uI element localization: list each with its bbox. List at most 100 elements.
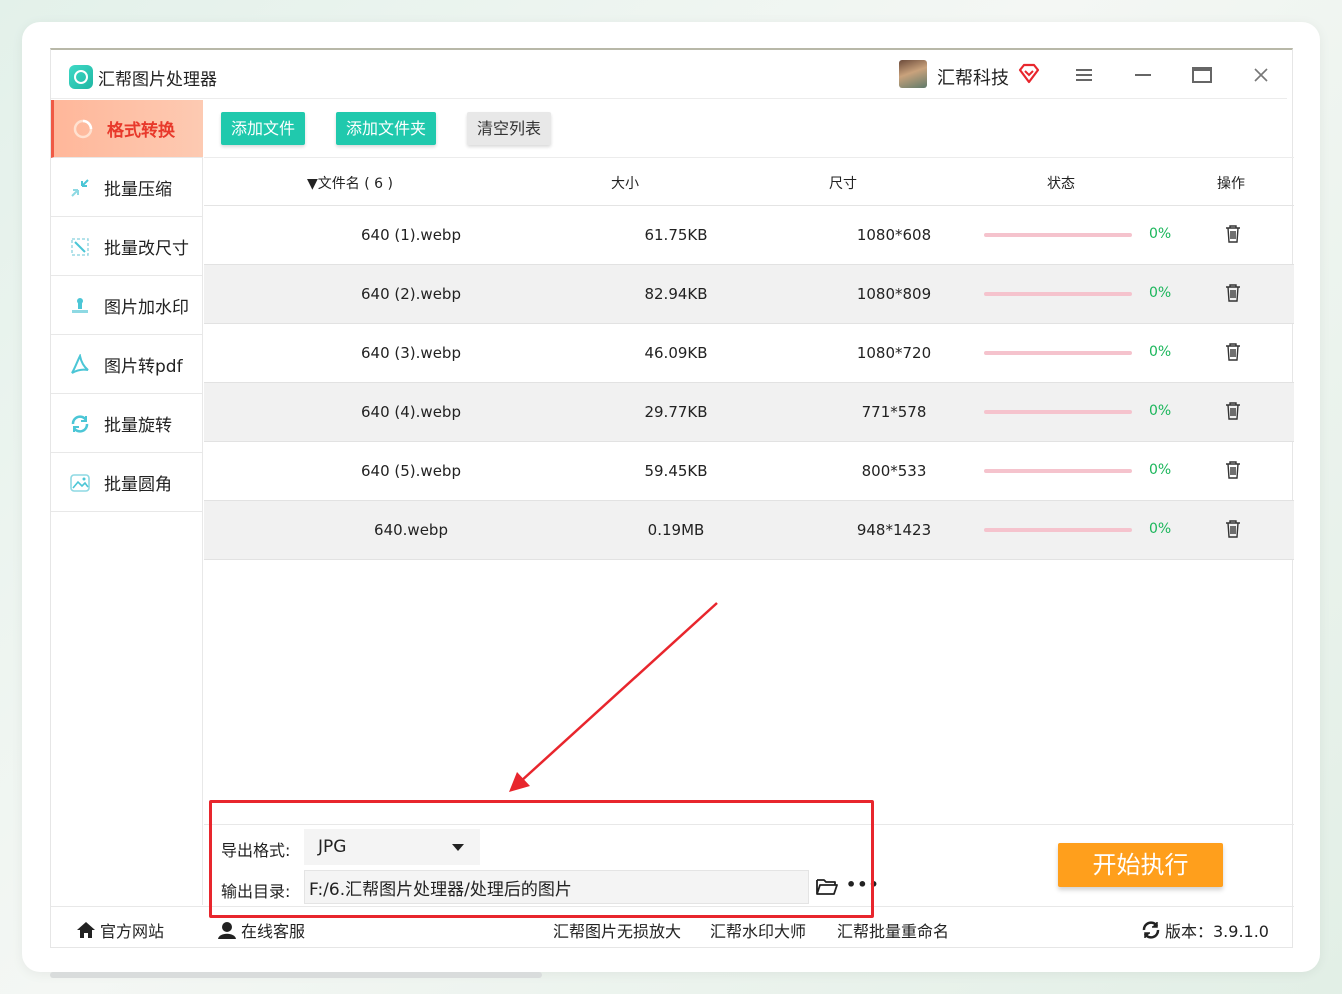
table-row[interactable]: 640.webp 0.19MB 948*1423 0% bbox=[204, 501, 1294, 560]
title-bar: 汇帮图片处理器 汇帮科技 bbox=[51, 50, 1294, 100]
trash-icon[interactable] bbox=[1224, 401, 1242, 421]
sidebar-item-label: 格式转换 bbox=[107, 121, 175, 141]
table-row[interactable]: 640 (4).webp 29.77KB 771*578 0% bbox=[204, 383, 1294, 442]
resize-icon bbox=[68, 235, 92, 259]
file-size-cell: 61.75KB bbox=[644, 226, 708, 244]
footer-link-upscale[interactable]: 汇帮图片无损放大 bbox=[553, 918, 681, 942]
file-name-cell: 640 (1).webp bbox=[361, 226, 461, 244]
add-folder-button[interactable]: 添加文件夹 bbox=[336, 112, 437, 145]
table-row[interactable]: 640 (3).webp 46.09KB 1080*720 0% bbox=[204, 324, 1294, 383]
footer-link-rename[interactable]: 汇帮批量重命名 bbox=[837, 918, 949, 942]
footer-link-watermark[interactable]: 汇帮水印大师 bbox=[710, 918, 806, 942]
sidebar: 格式转换 批量压缩 批量改尺寸 图片加水印 图片转pdf 批量旋转 批量圆角 bbox=[51, 100, 203, 905]
progress-percent: 0% bbox=[1149, 462, 1172, 478]
vip-diamond-icon[interactable] bbox=[1017, 62, 1041, 84]
sidebar-item-label: 图片加水印 bbox=[104, 298, 189, 318]
home-icon bbox=[77, 922, 95, 938]
sidebar-item-compress[interactable]: 批量压缩 bbox=[51, 159, 203, 217]
title-divider bbox=[51, 98, 1287, 99]
online-support-link[interactable]: 在线客服 bbox=[217, 918, 305, 942]
version-info[interactable]: 版本：3.9.1.0 bbox=[1141, 918, 1269, 942]
official-website-label: 官方网站 bbox=[100, 922, 165, 941]
sidebar-item-watermark[interactable]: 图片加水印 bbox=[51, 277, 203, 335]
progress-percent: 0% bbox=[1149, 226, 1172, 242]
pdf-icon bbox=[68, 353, 92, 377]
minimize-icon[interactable] bbox=[1130, 62, 1156, 88]
refresh-icon bbox=[1142, 921, 1160, 939]
file-name-cell: 640 (4).webp bbox=[361, 403, 461, 421]
sidebar-item-label: 批量旋转 bbox=[104, 416, 172, 436]
file-name-cell: 640 (5).webp bbox=[361, 462, 461, 480]
file-name-cell: 640.webp bbox=[374, 521, 448, 539]
annotation-highlight-box bbox=[209, 800, 874, 918]
trash-icon[interactable] bbox=[1224, 283, 1242, 303]
menu-icon[interactable] bbox=[1071, 62, 1097, 88]
user-support-icon bbox=[218, 922, 236, 939]
file-dims-cell: 1080*809 bbox=[856, 285, 932, 303]
version-label: 版本：3.9.1.0 bbox=[1165, 922, 1269, 941]
official-website-link[interactable]: 官方网站 bbox=[76, 918, 164, 942]
maximize-icon[interactable] bbox=[1189, 62, 1215, 88]
table-header: ▼文件名 ( 6 ) 大小 尺寸 状态 操作 bbox=[204, 158, 1294, 206]
trash-icon[interactable] bbox=[1224, 519, 1242, 539]
progress-percent: 0% bbox=[1149, 521, 1172, 537]
sidebar-item-pdf[interactable]: 图片转pdf bbox=[51, 336, 203, 394]
app-title: 汇帮图片处理器 bbox=[98, 70, 217, 90]
user-avatar[interactable] bbox=[899, 60, 927, 88]
trash-icon[interactable] bbox=[1224, 460, 1242, 480]
rotate-icon bbox=[68, 412, 92, 436]
app-logo-icon bbox=[69, 65, 93, 89]
sidebar-item-label: 图片转pdf bbox=[104, 357, 183, 377]
column-header-name[interactable]: ▼文件名 ( 6 ) bbox=[307, 173, 393, 193]
file-dims-cell: 800*533 bbox=[861, 462, 927, 480]
progress-bar bbox=[984, 292, 1132, 296]
file-size-cell: 0.19MB bbox=[647, 521, 705, 539]
file-dims-cell: 948*1423 bbox=[856, 521, 932, 539]
file-dims-cell: 771*578 bbox=[861, 403, 927, 421]
horizontal-scrollbar[interactable] bbox=[50, 972, 542, 978]
progress-percent: 0% bbox=[1149, 403, 1172, 419]
progress-percent: 0% bbox=[1149, 285, 1172, 301]
sidebar-item-rotate[interactable]: 批量旋转 bbox=[51, 395, 203, 453]
sidebar-item-label: 批量圆角 bbox=[104, 475, 172, 495]
file-dims-cell: 1080*608 bbox=[856, 226, 932, 244]
user-name[interactable]: 汇帮科技 bbox=[937, 64, 1009, 90]
progress-bar bbox=[984, 469, 1132, 473]
progress-bar bbox=[984, 410, 1132, 414]
trash-icon[interactable] bbox=[1224, 224, 1242, 244]
close-icon[interactable] bbox=[1248, 62, 1274, 88]
file-size-cell: 59.45KB bbox=[644, 462, 708, 480]
sidebar-item-resize[interactable]: 批量改尺寸 bbox=[51, 218, 203, 276]
file-dims-cell: 1080*720 bbox=[856, 344, 932, 362]
file-size-cell: 82.94KB bbox=[644, 285, 708, 303]
table-row[interactable]: 640 (1).webp 61.75KB 1080*608 0% bbox=[204, 206, 1294, 265]
column-header-status: 状态 bbox=[1047, 176, 1075, 192]
column-header-size: 大小 bbox=[611, 176, 639, 192]
progress-bar bbox=[984, 233, 1132, 237]
column-header-dims: 尺寸 bbox=[829, 176, 857, 192]
sidebar-item-label: 批量改尺寸 bbox=[104, 239, 189, 259]
progress-bar bbox=[984, 528, 1132, 532]
round-corner-icon bbox=[68, 471, 92, 495]
file-list: 640 (1).webp 61.75KB 1080*608 0% 640 (2)… bbox=[204, 206, 1294, 560]
watermark-icon bbox=[68, 294, 92, 318]
sidebar-item-format-convert[interactable]: 格式转换 bbox=[51, 100, 203, 158]
file-name-cell: 640 (2).webp bbox=[361, 285, 461, 303]
table-row[interactable]: 640 (5).webp 59.45KB 800*533 0% bbox=[204, 442, 1294, 501]
add-file-button[interactable]: 添加文件 bbox=[221, 112, 306, 145]
file-name-cell: 640 (3).webp bbox=[361, 344, 461, 362]
toolbar: 添加文件 添加文件夹 清空列表 bbox=[204, 100, 1294, 158]
sidebar-item-round-corner[interactable]: 批量圆角 bbox=[51, 454, 203, 512]
start-button[interactable]: 开始执行 bbox=[1058, 843, 1223, 887]
file-size-cell: 46.09KB bbox=[644, 344, 708, 362]
file-size-cell: 29.77KB bbox=[644, 403, 708, 421]
progress-bar bbox=[984, 351, 1132, 355]
sidebar-item-label: 批量压缩 bbox=[104, 180, 172, 200]
format-convert-icon bbox=[71, 117, 95, 141]
trash-icon[interactable] bbox=[1224, 342, 1242, 362]
compress-icon bbox=[68, 176, 92, 200]
progress-percent: 0% bbox=[1149, 344, 1172, 360]
clear-list-button[interactable]: 清空列表 bbox=[467, 112, 552, 145]
column-header-action: 操作 bbox=[1217, 176, 1245, 192]
table-row[interactable]: 640 (2).webp 82.94KB 1080*809 0% bbox=[204, 265, 1294, 324]
